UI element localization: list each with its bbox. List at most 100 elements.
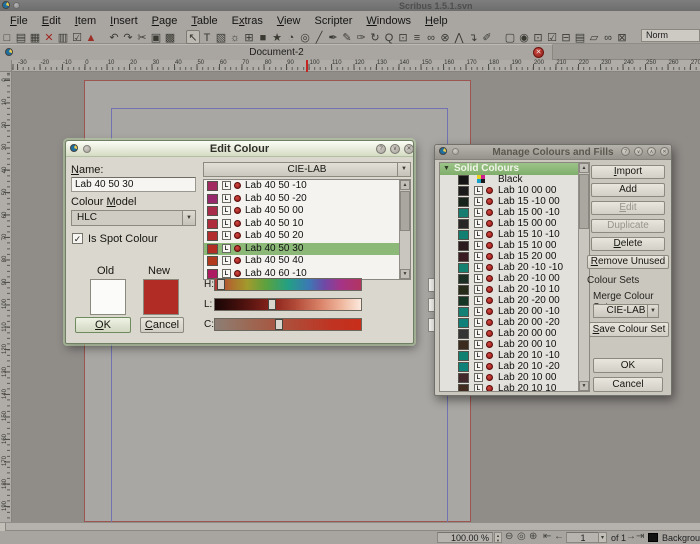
close-icon[interactable]: ✕ <box>660 147 669 156</box>
pdf-push-button-icon[interactable]: ▢ <box>503 31 517 45</box>
is-spot-colour-checkbox[interactable]: ✓ <box>72 233 83 244</box>
insert-bezier-icon[interactable]: ✒ <box>326 31 340 45</box>
colour-list-item[interactable]: LLab 40 50 10 <box>204 218 410 231</box>
manage-import-button[interactable]: Import <box>591 165 665 179</box>
layer-selector[interactable]: Norm <box>641 29 700 42</box>
list-scrollbar[interactable]: ▲ ▼ <box>399 180 410 279</box>
unlink-text-frames-icon[interactable]: ⊗ <box>438 31 452 45</box>
manage-colours-titlebar[interactable]: Manage Colours and Fills ? ∨ ∧ ✕ <box>435 145 671 160</box>
save-colour-set-button[interactable]: Save Colour Set <box>589 322 669 337</box>
pdf-3d-annotation-icon[interactable]: ⊠ <box>615 31 629 45</box>
page-number-input[interactable]: 1 <box>566 532 600 543</box>
colour-list-item[interactable]: LLab 40 50 20 <box>204 230 410 243</box>
colour-model-select[interactable]: HLC ▼ <box>71 210 196 226</box>
preflight-verifier-icon[interactable]: ☑ <box>70 31 84 45</box>
scroll-up-icon[interactable]: ▲ <box>400 180 410 190</box>
new-document-icon[interactable]: □ <box>0 31 14 45</box>
copy-properties-icon[interactable]: ↴ <box>466 31 480 45</box>
eye-dropper-icon[interactable]: ✐ <box>480 31 494 45</box>
redo-icon[interactable]: ↷ <box>121 31 135 45</box>
colour-name-input[interactable]: Lab 40 50 30 <box>71 177 196 192</box>
pdf-radio-button-icon[interactable]: ◉ <box>517 31 531 45</box>
zoom-spinner[interactable]: ▲▼ <box>494 532 502 543</box>
cancel-button[interactable]: Cancel <box>140 317 184 333</box>
pdf-check-box-icon[interactable]: ☑ <box>545 31 559 45</box>
scroll-down-icon[interactable]: ▼ <box>579 381 589 391</box>
c-slider[interactable] <box>214 318 362 331</box>
vertical-ruler[interactable]: 0102030405060708090100110120130140150160… <box>0 72 12 522</box>
paste-icon[interactable]: ▩ <box>163 31 177 45</box>
insert-render-frame-icon[interactable]: ☼ <box>228 31 242 45</box>
colour-list-item[interactable]: LLab 40 50 -10 <box>204 180 410 193</box>
zoom-icon[interactable]: Q <box>382 31 396 45</box>
last-page-icon[interactable]: ⇥ <box>636 531 644 542</box>
restore-icon[interactable]: ∧ <box>647 147 656 156</box>
measurements-icon[interactable]: ⋀ <box>452 31 466 45</box>
insert-calligraphic-icon[interactable]: ✑ <box>354 31 368 45</box>
insert-line-icon[interactable]: ╱ <box>312 31 326 45</box>
help-icon[interactable]: ? <box>621 147 630 156</box>
scrollbar-thumb[interactable] <box>579 174 589 229</box>
colour-list-item[interactable]: LLab 40 50 00 <box>204 205 410 218</box>
insert-arc-icon[interactable]: ◔ <box>284 31 298 45</box>
first-page-icon[interactable]: ⇤ <box>543 531 551 542</box>
story-editor-icon[interactable]: ≡ <box>410 31 424 45</box>
l-slider[interactable] <box>214 298 362 311</box>
zoom-out-icon[interactable]: ⊖ <box>505 531 513 542</box>
copy-icon[interactable]: ▣ <box>149 31 163 45</box>
insert-freehand-icon[interactable]: ✎ <box>340 31 354 45</box>
pdf-combo-box-icon[interactable]: ⊟ <box>559 31 573 45</box>
insert-image-frame-icon[interactable]: ▧ <box>214 31 228 45</box>
insert-table-icon[interactable]: ⊞ <box>242 31 256 45</box>
horizontal-scrollbar[interactable] <box>0 522 700 531</box>
zoom-in-icon[interactable]: ⊕ <box>529 531 537 542</box>
zoom-default-icon[interactable]: ◎ <box>517 531 526 542</box>
insert-polygon-icon[interactable]: ★ <box>270 31 284 45</box>
link-text-frames-icon[interactable]: ∞ <box>424 31 438 45</box>
manage-remove-unused-button[interactable]: Remove Unused <box>587 255 669 269</box>
undo-icon[interactable]: ↶ <box>107 31 121 45</box>
pdf-text-annotation-icon[interactable]: ▱ <box>587 31 601 45</box>
pdf-text-field-icon[interactable]: ⊡ <box>531 31 545 45</box>
colour-list-item[interactable]: LLab 40 50 30 <box>204 243 410 256</box>
h-slider-handle[interactable] <box>217 279 225 290</box>
close-document-icon[interactable]: ✕ <box>42 31 56 45</box>
background-colour-swatch[interactable] <box>648 533 658 542</box>
merge-colour-set-select[interactable]: CIE-LAB ▼ <box>593 304 659 318</box>
rotate-item-icon[interactable]: ↻ <box>368 31 382 45</box>
colour-list-item[interactable]: LLab 40 50 40 <box>204 255 410 268</box>
collapse-triangle-icon[interactable]: ▼ <box>443 163 450 175</box>
window-menu-button[interactable] <box>13 2 20 9</box>
shade-icon[interactable]: ∨ <box>634 147 643 156</box>
pdf-list-box-icon[interactable]: ▤ <box>573 31 587 45</box>
zoom-level-input[interactable]: 100.00 % <box>437 532 493 543</box>
document-tab[interactable]: Document-2 ✕ <box>0 44 553 60</box>
horizontal-ruler[interactable]: -30-20-100102030405060708090100110120130… <box>0 60 700 72</box>
edit-contents-icon[interactable]: ⊡ <box>396 31 410 45</box>
page-dropdown-icon[interactable]: ▾ <box>598 532 607 543</box>
h-slider[interactable] <box>214 278 362 291</box>
l-slider-handle[interactable] <box>268 299 276 310</box>
c-slider-handle[interactable] <box>275 319 283 330</box>
ok-button[interactable]: OK <box>593 358 663 373</box>
ok-button[interactable]: OK <box>75 317 131 333</box>
background-colour-label[interactable]: Background <box>662 533 700 543</box>
cancel-button[interactable]: Cancel <box>593 377 663 392</box>
colour-set-select[interactable]: CIE-LAB ▼ <box>203 162 411 177</box>
print-document-icon[interactable]: ▥ <box>56 31 70 45</box>
previous-page-icon[interactable]: ← <box>554 531 564 542</box>
export-pdf-icon[interactable]: ▲ <box>84 31 98 45</box>
next-page-icon[interactable]: → <box>626 531 636 542</box>
ruler-corner[interactable] <box>0 60 12 72</box>
help-icon[interactable]: ? <box>376 144 386 154</box>
insert-shape-icon[interactable]: ■ <box>256 31 270 45</box>
shade-icon[interactable]: ∨ <box>390 144 400 154</box>
insert-text-frame-icon[interactable]: T <box>200 31 214 45</box>
colour-list-item[interactable]: LLab 40 50 -20 <box>204 193 410 206</box>
select-item-icon[interactable]: ↖ <box>186 30 200 44</box>
cut-icon[interactable]: ✂ <box>135 31 149 45</box>
insert-spiral-icon[interactable]: ◎ <box>298 31 312 45</box>
scrollbar-thumb[interactable] <box>400 191 410 231</box>
colour-tree-list[interactable]: ▼ Solid Colours BlackLLab 10 00 00LLab 1… <box>439 162 590 392</box>
pdf-link-annotation-icon[interactable]: ∞ <box>601 31 615 45</box>
